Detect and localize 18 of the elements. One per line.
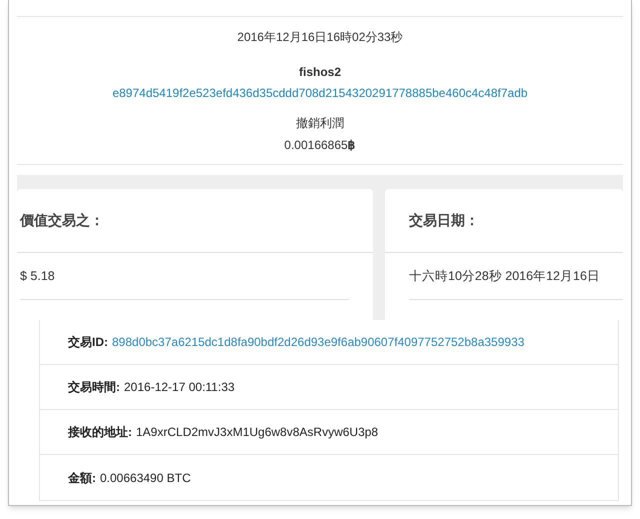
card-value: 十六時10分28秒 2016年12月16日 [409,268,600,285]
detail-value: 1A9xrCLD2mvJ3xM1Ug6w8v8AsRvyw6U3p8 [136,424,378,441]
user-name: fishos2 [298,64,341,81]
card-title: 價值交易之： [20,211,104,230]
detail-link[interactable]: 898d0bc37a6215dc1d8fa90bdf2d26d93e9f6ab90607f4097752752b8a359933 [112,333,524,351]
card-value: $ 5.18 [20,268,55,285]
detail-value: 0.00663490 BTC [100,470,191,486]
detail-label: 交易時間: [68,379,120,396]
transaction-hash-link[interactable]: e8974d5419f2e523efd436d35cddd708d2154320291778885be460c4c48f7adb [112,84,528,102]
amount-label: 撤銷利潤 [296,115,344,132]
summary-date: 2016年12月16日16時02分33秒 [237,29,403,46]
detail-label: 交易ID: [68,334,108,351]
detail-value: 2016-12-17 00:11:33 [124,379,235,396]
detail-label: 金額: [68,470,96,486]
amount-value: 0.00166865 [284,137,348,154]
card-title: 交易日期： [409,211,479,230]
currency-symbol: ฿ [348,137,356,154]
detail-label: 接收的地址: [68,424,132,441]
